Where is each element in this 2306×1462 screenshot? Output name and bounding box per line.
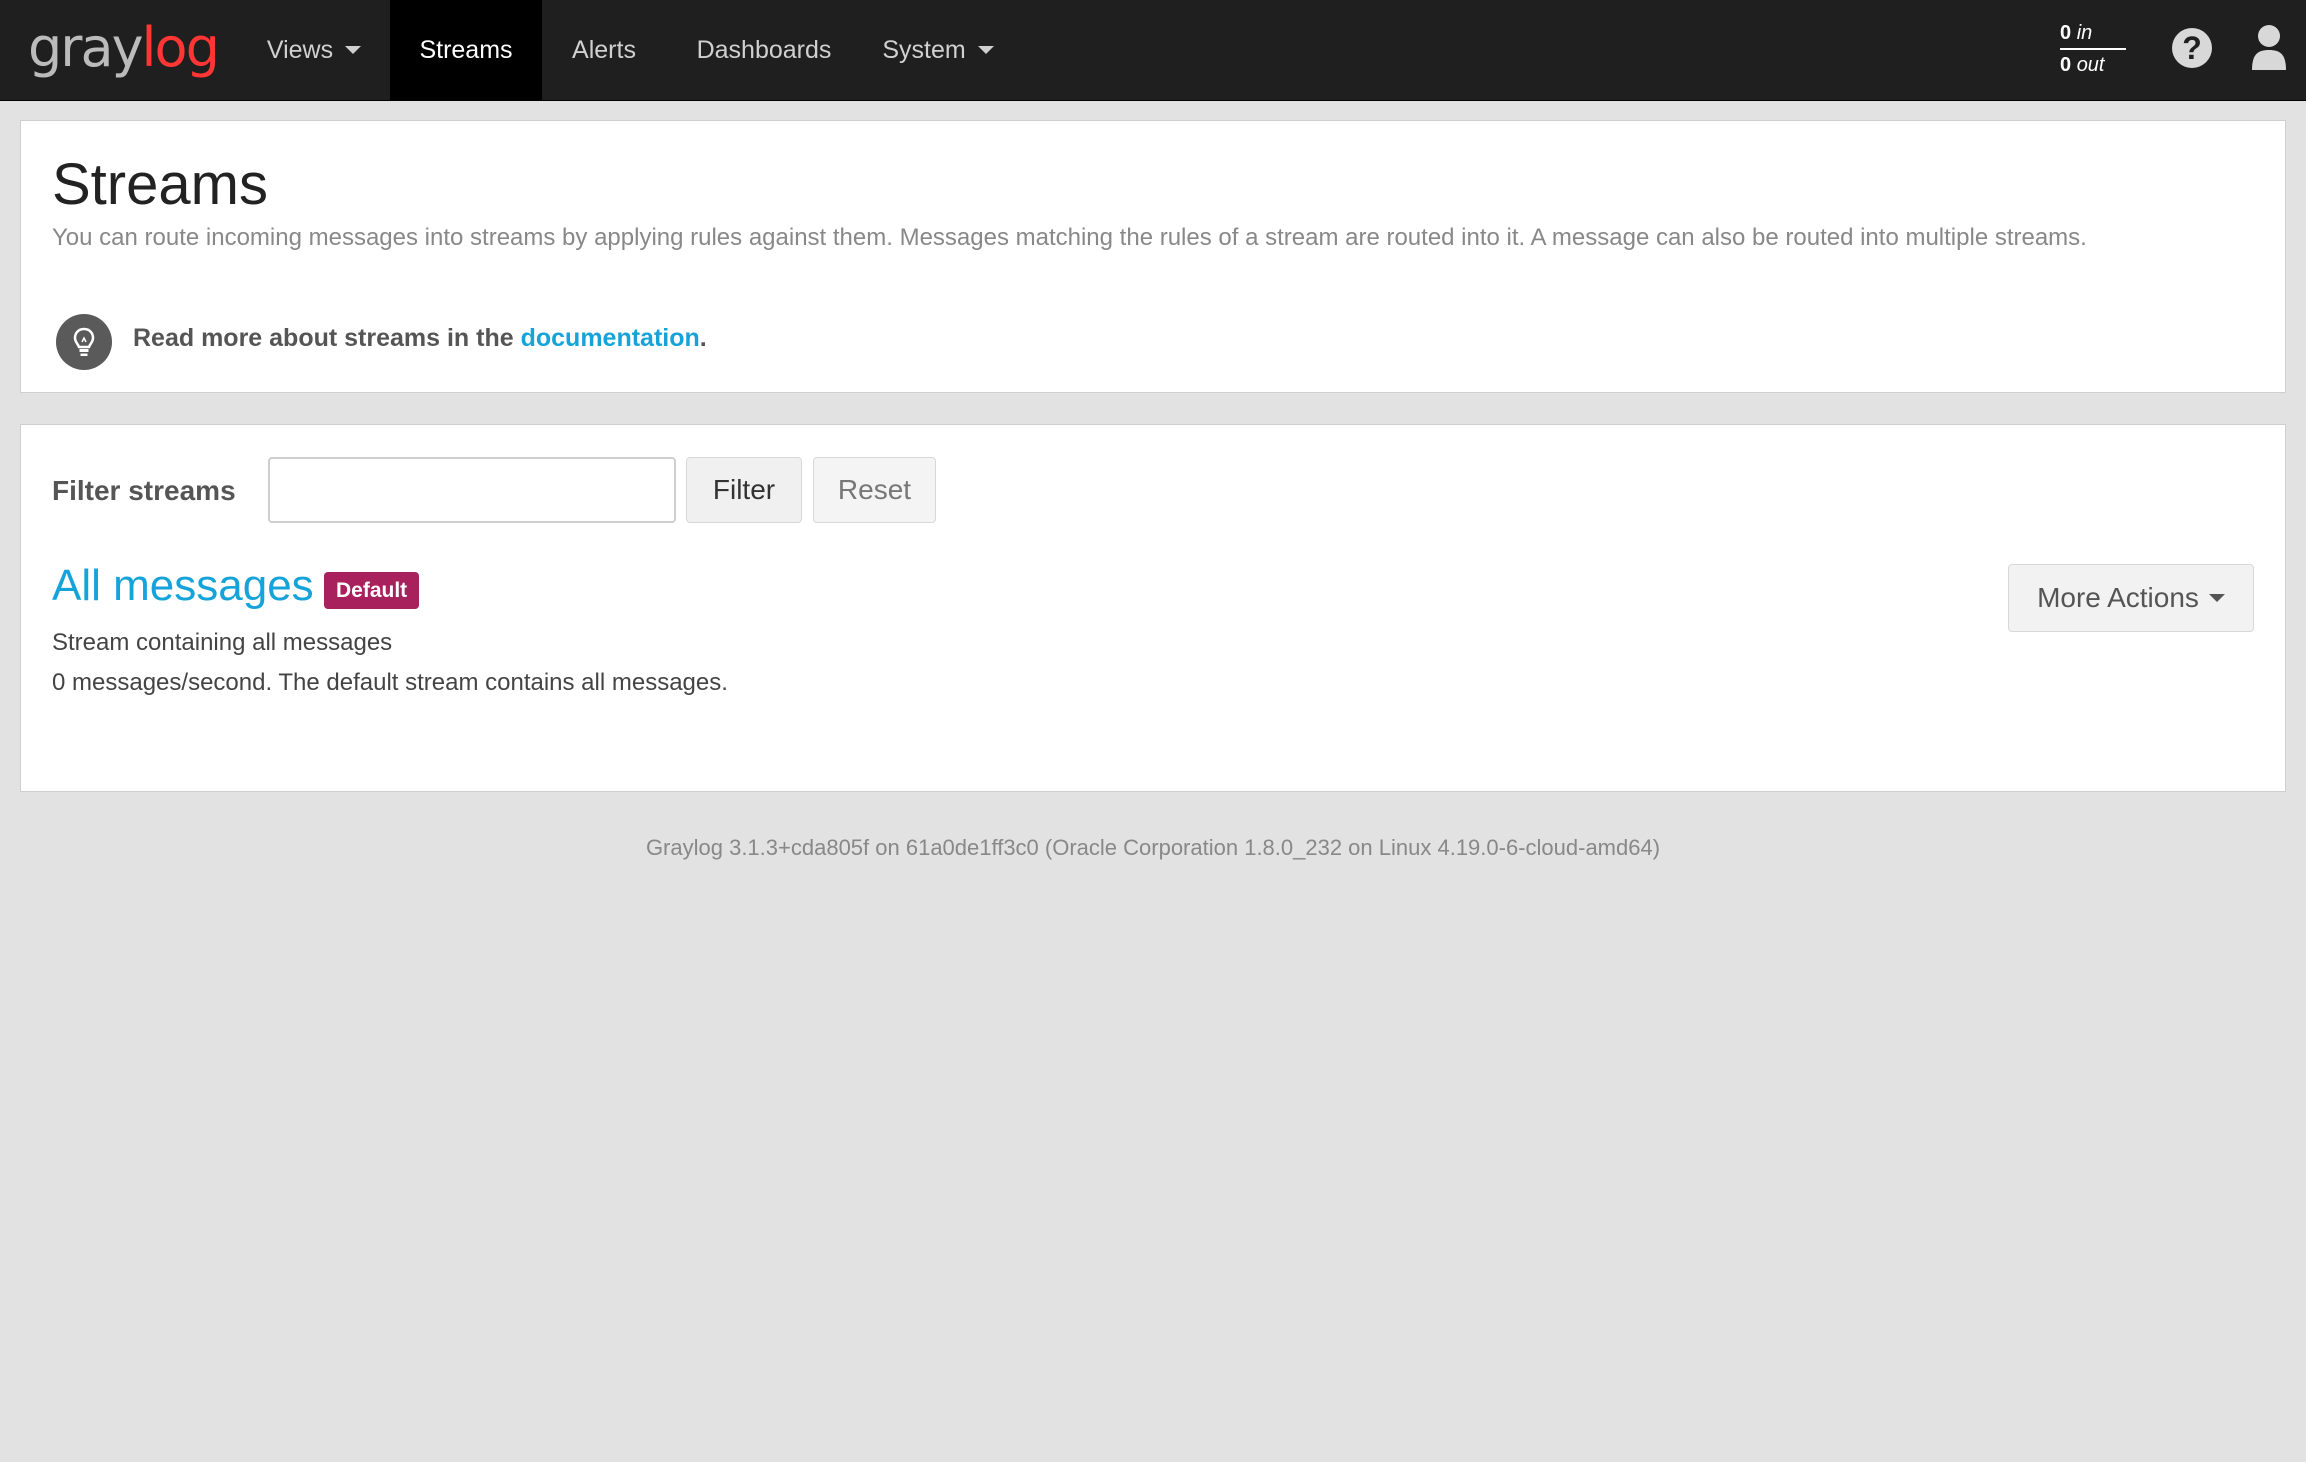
nav-system[interactable]: System xyxy=(862,0,1014,100)
nav-alerts[interactable]: Alerts xyxy=(542,0,666,100)
nav-system-label: System xyxy=(882,35,966,64)
chevron-down-icon xyxy=(2208,594,2225,602)
throughput-in: 0 in xyxy=(2060,18,2126,50)
nav-views[interactable]: Views xyxy=(238,0,390,100)
filter-button[interactable]: Filter xyxy=(686,457,802,523)
stream-title-link[interactable]: All messages xyxy=(52,561,314,611)
more-actions-label: More Actions xyxy=(2037,582,2199,613)
filter-streams-input[interactable] xyxy=(268,457,676,523)
documentation-link[interactable]: documentation xyxy=(521,324,700,352)
nav-alerts-label: Alerts xyxy=(572,35,636,64)
stream-throughput: 0 messages/second. The default stream co… xyxy=(52,669,728,696)
nav-streams[interactable]: Streams xyxy=(390,0,542,100)
graylog-logo[interactable]: gray log xyxy=(28,16,220,80)
chevron-down-icon xyxy=(345,46,362,54)
stream-description: Stream containing all messages xyxy=(52,629,393,656)
logo-text-log: log xyxy=(141,16,220,79)
logo-text-gray: gray xyxy=(28,16,144,79)
doc-hint-suffix: . xyxy=(699,324,707,352)
page-title: Streams xyxy=(52,152,268,217)
filter-streams-label: Filter streams xyxy=(52,475,236,506)
user-icon[interactable] xyxy=(2250,24,2288,70)
more-actions-button[interactable]: More Actions xyxy=(2008,564,2254,632)
nav-dashboards[interactable]: Dashboards xyxy=(666,0,862,100)
version-footer: Graylog 3.1.3+cda805f on 61a0de1ff3c0 (O… xyxy=(645,835,1661,860)
lightbulb-icon xyxy=(56,314,112,370)
page-description: You can route incoming messages into str… xyxy=(52,224,2087,251)
question-circle-icon[interactable]: ? xyxy=(2172,28,2212,68)
top-navbar: gray log Views Streams Alerts Dashboards … xyxy=(0,0,2306,101)
nav-views-label: Views xyxy=(266,35,334,64)
nav-dashboards-label: Dashboards xyxy=(696,35,832,64)
doc-hint-text: Read more about streams in the xyxy=(133,324,521,352)
chevron-down-icon xyxy=(977,46,994,54)
page-header-panel: Streams You can route incoming messages … xyxy=(20,120,2286,393)
reset-button[interactable]: Reset xyxy=(813,457,936,523)
nav-streams-label: Streams xyxy=(419,35,513,64)
throughput-indicator[interactable]: 0 in 0 out xyxy=(2060,18,2126,80)
documentation-hint: Read more about streams in the documenta… xyxy=(133,324,707,353)
throughput-out: 0 out xyxy=(2060,54,2105,76)
streams-panel: Filter streams Filter Reset All messages… xyxy=(20,424,2286,792)
default-badge: Default xyxy=(324,572,420,609)
